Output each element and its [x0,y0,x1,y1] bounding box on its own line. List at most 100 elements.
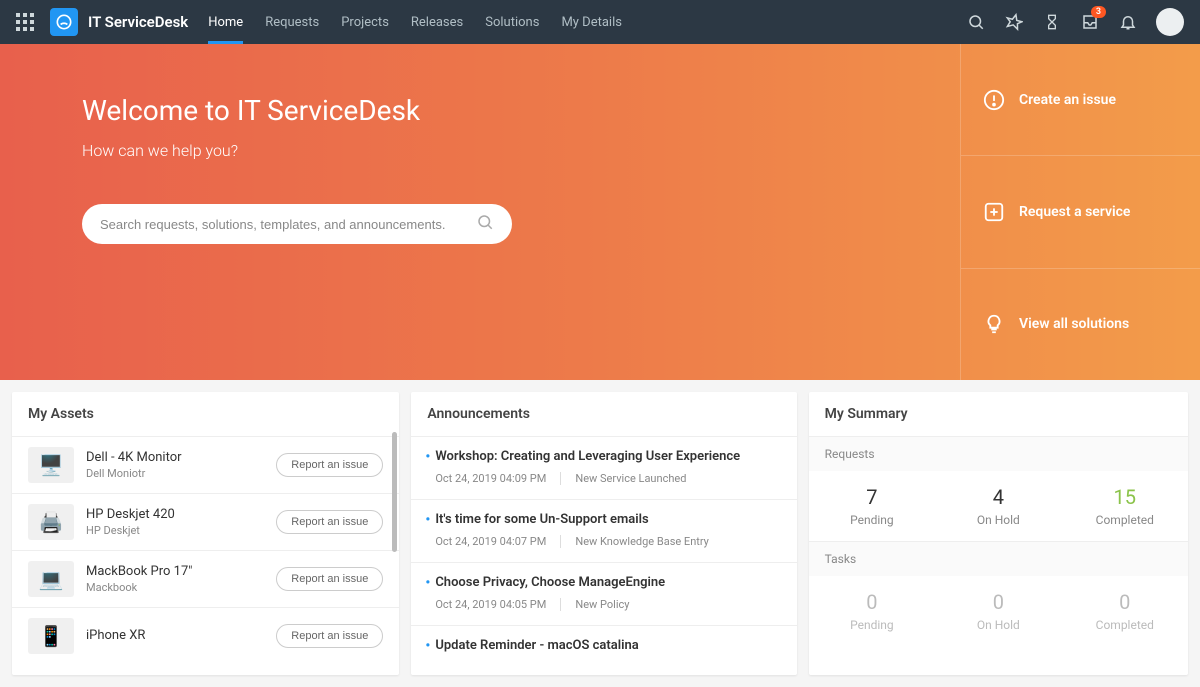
action-create-issue[interactable]: Create an issue [961,44,1200,156]
summary-section-label: Tasks [809,541,1188,576]
asset-type: HP Deskjet [86,524,276,537]
stat-label: On Hold [935,513,1061,527]
stat-value: 0 [1062,590,1188,614]
announcement-title: It's time for some Un-Support emails [427,512,780,527]
stat-label: Pending [809,618,935,632]
asset-thumb: 🖨️ [28,504,74,540]
hourglass-icon[interactable] [1042,12,1062,32]
announcement-row[interactable]: It's time for some Un-Support emails Oct … [411,499,796,562]
report-issue-button[interactable]: Report an issue [276,624,383,648]
announcement-meta: Oct 24, 2019 04:05 PM New Policy [427,598,780,611]
assets-card: My Assets 🖥️ Dell - 4K Monitor Dell Moni… [12,392,399,675]
stat[interactable]: 0 On Hold [935,590,1061,632]
announcement-tag: New Knowledge Base Entry [575,535,709,548]
asset-info: Dell - 4K Monitor Dell Moniotr [86,450,276,480]
asset-row: 📱 iPhone XR Report an issue [12,607,399,664]
inbox-icon[interactable]: 3 [1080,12,1100,32]
asset-thumb: 📱 [28,618,74,654]
asset-type: Mackbook [86,581,276,594]
announcement-row[interactable]: Choose Privacy, Choose ManageEngine Oct 2… [411,562,796,625]
hero-title: Welcome to IT ServiceDesk [82,94,960,127]
asset-name: MackBook Pro 17" [86,564,276,579]
bell-icon[interactable] [1118,12,1138,32]
announcement-date: Oct 24, 2019 04:05 PM [435,598,561,611]
asset-row: 🖨️ HP Deskjet 420 HP Deskjet Report an i… [12,493,399,550]
summary-stats: 7 Pending4On Hold15 Completed [809,471,1188,541]
asset-name: HP Deskjet 420 [86,507,276,522]
logo[interactable] [50,8,78,36]
hero-subtitle: How can we help you? [82,141,960,160]
stat-value: 0 [935,590,1061,614]
asset-name: iPhone XR [86,628,276,643]
summary-body: Requests7Pending4On Hold15CompletedTasks… [809,436,1188,646]
plus-square-icon [983,201,1005,223]
pin-icon[interactable] [1004,12,1024,32]
stat-label: Completed [1062,618,1188,632]
stat-value: 7 [809,485,935,509]
stat-label: Pending [809,513,935,527]
hero-left: Welcome to IT ServiceDesk How can we hel… [0,44,960,380]
nav-requests[interactable]: Requests [265,3,319,42]
nav-releases[interactable]: Releases [411,3,463,42]
stat[interactable]: 0 Pending [809,590,935,632]
action-request-service[interactable]: Request a service [961,156,1200,268]
alert-circle-icon [983,89,1005,111]
action-label: Request a service [1019,204,1130,220]
summary-title: My Summary [809,392,1188,436]
main-nav: Home Requests Projects Releases Solution… [208,3,622,42]
brand-name: IT ServiceDesk [88,13,188,31]
announcement-tag: New Policy [575,598,629,611]
announcement-title: Choose Privacy, Choose ManageEngine [427,575,780,590]
asset-thumb: 🖥️ [28,447,74,483]
action-label: View all solutions [1019,316,1129,332]
topbar-right: 3 [966,8,1184,36]
announcements-list: Workshop: Creating and Leveraging User E… [411,436,796,675]
summary-stats: 0Pending0On Hold0Completed [809,576,1188,646]
asset-info: HP Deskjet 420 HP Deskjet [86,507,276,537]
avatar[interactable] [1156,8,1184,36]
nav-projects[interactable]: Projects [341,3,389,42]
announcement-title: Workshop: Creating and Leveraging User E… [427,449,780,464]
announcement-meta: Oct 24, 2019 04:07 PM New Knowledge Base … [427,535,780,548]
report-issue-button[interactable]: Report an issue [276,453,383,477]
asset-row: 🖥️ Dell - 4K Monitor Dell Moniotr Report… [12,436,399,493]
announcement-date: Oct 24, 2019 04:07 PM [435,535,561,548]
stat-value: 0 [809,590,935,614]
lightbulb-icon [983,313,1005,335]
apps-grid-icon[interactable] [16,13,34,31]
search-wrap [82,204,512,244]
announcement-meta: Oct 24, 2019 04:09 PMNew Service Launche… [427,472,780,485]
stat-label: Completed [1062,513,1188,527]
stat-value: 15 [1062,485,1188,509]
stat[interactable]: 4On Hold [935,485,1061,527]
stat[interactable]: 15 Completed [1062,485,1188,527]
announcement-row[interactable]: Update Reminder - macOS catalina [411,625,796,675]
search-input[interactable] [100,217,476,232]
nav-home[interactable]: Home [208,3,243,42]
asset-name: Dell - 4K Monitor [86,450,276,465]
summary-section-label: Requests [809,436,1188,471]
topbar: IT ServiceDesk Home Requests Projects Re… [0,0,1200,44]
scrollbar[interactable] [392,432,397,667]
asset-info: MackBook Pro 17" Mackbook [86,564,276,594]
asset-info: iPhone XR [86,628,276,645]
hero-actions: Create an issue Request a service View a… [960,44,1200,380]
stat[interactable]: 7 Pending [809,485,935,527]
search-icon[interactable] [966,12,986,32]
search-icon-inline[interactable] [476,213,494,235]
nav-solutions[interactable]: Solutions [485,3,539,42]
dashboard: My Assets 🖥️ Dell - 4K Monitor Dell Moni… [0,380,1200,687]
report-issue-button[interactable]: Report an issue [276,567,383,591]
action-view-solutions[interactable]: View all solutions [961,269,1200,380]
stat[interactable]: 0 Completed [1062,590,1188,632]
summary-card: My Summary Requests7Pending4On Hold15Com… [809,392,1188,675]
announcement-row[interactable]: Workshop: Creating and Leveraging User E… [411,436,796,499]
announcement-tag: New Service Launched [575,472,686,485]
assets-title: My Assets [12,392,399,436]
asset-row: 💻 MackBook Pro 17" Mackbook Report an is… [12,550,399,607]
nav-mydetails[interactable]: My Details [561,3,622,42]
notification-badge: 3 [1091,6,1106,18]
announcement-title: Update Reminder - macOS catalina [427,638,780,653]
stat-label: On Hold [935,618,1061,632]
report-issue-button[interactable]: Report an issue [276,510,383,534]
